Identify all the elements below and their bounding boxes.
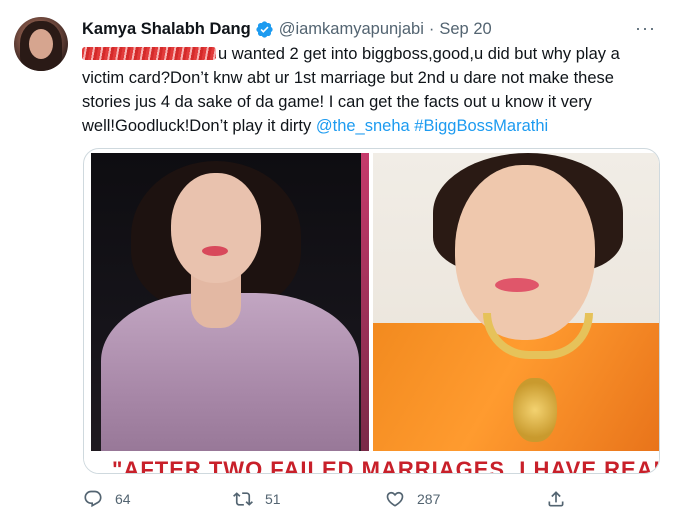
share-button[interactable] [546,484,566,514]
separator-dot: · [428,19,435,38]
retweet-count: 51 [265,491,281,507]
tweet-header: Kamya Shalabh Dang @iamkamyapunjabi · Se… [82,18,492,40]
media-caption-text: "AFTER TWO FAILED MARRIAGES, I HAVE REAL… [112,457,659,474]
more-icon[interactable]: ··· [635,18,656,39]
reply-count: 64 [115,491,131,507]
tweet-text: u wanted 2 get into biggboss,good,u did … [82,42,662,138]
author-name[interactable]: Kamya Shalabh Dang [82,20,251,39]
verified-badge-icon [255,20,274,39]
tweet[interactable]: Kamya Shalabh Dang @iamkamyapunjabi · Se… [0,0,680,525]
like-count: 287 [417,491,441,507]
mention-link[interactable]: @the_sneha [316,117,410,135]
tweet-date[interactable]: Sep 20 [439,20,491,39]
hashtag-link[interactable]: #BiggBossMarathi [414,117,548,135]
avatar[interactable] [14,17,68,71]
tweet-media[interactable]: "AFTER TWO FAILED MARRIAGES, I HAVE REAL… [83,148,660,474]
author-handle[interactable]: @iamkamyapunjabi [279,20,424,39]
heart-icon [386,491,404,507]
reply-button[interactable]: 64 [83,484,131,514]
reply-icon [84,490,102,508]
retweet-button[interactable]: 51 [233,484,281,514]
like-button[interactable]: 287 [385,484,440,514]
retweet-icon [233,492,253,506]
media-photo-right [373,153,659,451]
redacted-mention [82,47,216,60]
tweet-actions: 64 51 287 [0,484,680,514]
share-icon [548,491,564,507]
media-photo-left [91,153,369,451]
media-caption: "AFTER TWO FAILED MARRIAGES, I HAVE REAL… [84,451,659,474]
